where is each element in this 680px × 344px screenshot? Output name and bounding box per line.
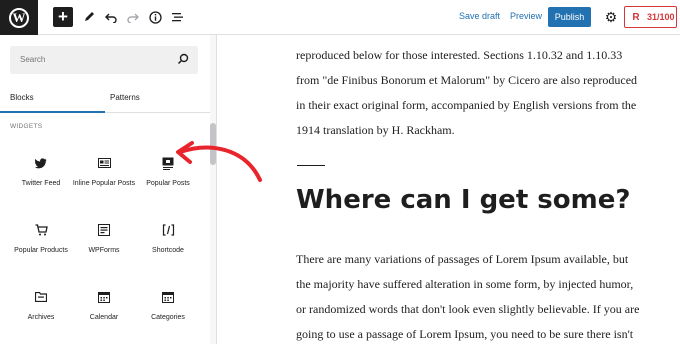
wordpress-logo-icon: W xyxy=(9,7,29,28)
calendar-icon xyxy=(72,287,136,307)
paragraph-line: from "de Finibus Bonorum et Malorum" by … xyxy=(296,73,638,87)
active-tab-indicator xyxy=(0,111,105,113)
seo-logo-icon: R xyxy=(632,11,640,23)
block-wpforms[interactable]: WPForms xyxy=(72,220,136,255)
wordpress-logo-button[interactable]: W xyxy=(0,0,38,35)
search-icon xyxy=(177,53,189,65)
block-search-input[interactable]: Search xyxy=(10,46,198,74)
paragraph-block[interactable]: reproduced below for those interested. S… xyxy=(296,43,676,143)
paragraph-line: the majority have suffered alteration in… xyxy=(296,277,634,291)
heading-block[interactable]: Where can I get some? xyxy=(296,185,630,215)
block-calendar[interactable]: Calendar xyxy=(72,287,136,322)
wpforms-icon xyxy=(72,220,136,240)
editor-canvas[interactable]: reproduced below for those interested. S… xyxy=(217,35,680,344)
cart-icon xyxy=(9,220,73,240)
tools-pencil-icon[interactable] xyxy=(79,7,99,27)
settings-gear-icon[interactable]: ⚙ xyxy=(602,8,620,26)
paragraph-line: or randomized words that don't look even… xyxy=(296,302,640,316)
twitter-icon xyxy=(9,153,73,173)
block-popular-products[interactable]: Popular Products xyxy=(9,220,73,255)
separator-block[interactable] xyxy=(297,165,325,166)
block-shortcode[interactable]: Shortcode xyxy=(136,220,200,255)
archive-folder-icon xyxy=(9,287,73,307)
undo-icon[interactable] xyxy=(101,7,121,27)
preview-button[interactable]: Preview xyxy=(510,11,542,21)
seo-score-value: 31/100 xyxy=(647,12,675,22)
tab-patterns[interactable]: Patterns xyxy=(110,93,140,102)
save-draft-button[interactable]: Save draft xyxy=(459,11,500,21)
block-categories[interactable]: Categories xyxy=(136,287,200,322)
paragraph-block[interactable]: There are many variations of passages of… xyxy=(296,247,676,344)
block-twitter-feed[interactable]: Twitter Feed xyxy=(9,153,73,188)
block-inline-popular-posts[interactable]: Inline Popular Posts xyxy=(72,153,136,188)
block-archives[interactable]: Archives xyxy=(9,287,73,322)
paragraph-line: going to use a passage of Lorem Ipsum, y… xyxy=(296,327,634,341)
details-info-icon[interactable] xyxy=(145,7,165,27)
list-view-icon[interactable] xyxy=(167,7,187,27)
categories-icon xyxy=(136,287,200,307)
paragraph-line: reproduced below for those interested. S… xyxy=(296,48,623,62)
paragraph-line: There are many variations of passages of… xyxy=(296,252,629,266)
block-inserter-toggle-button[interactable]: + xyxy=(53,7,73,27)
paragraph-line: 1914 translation by H. Rackham. xyxy=(296,123,455,137)
seo-score-button[interactable]: R 31/100 xyxy=(624,6,677,28)
widgets-section-title: WIDGETS xyxy=(10,123,43,130)
inserter-tabs: Blocks Patterns xyxy=(0,87,210,113)
tab-blocks[interactable]: Blocks xyxy=(10,93,34,102)
publish-button[interactable]: Publish xyxy=(548,7,591,27)
inline-posts-icon xyxy=(72,153,136,173)
editor-toolbar: W + Save draft Preview Publish ⚙ R 31/10… xyxy=(0,0,680,35)
paragraph-line: in their exact original form, accompanie… xyxy=(296,98,637,112)
redo-icon[interactable] xyxy=(123,7,143,27)
search-placeholder: Search xyxy=(20,55,46,64)
shortcode-icon xyxy=(136,220,200,240)
annotation-arrow xyxy=(176,141,262,182)
